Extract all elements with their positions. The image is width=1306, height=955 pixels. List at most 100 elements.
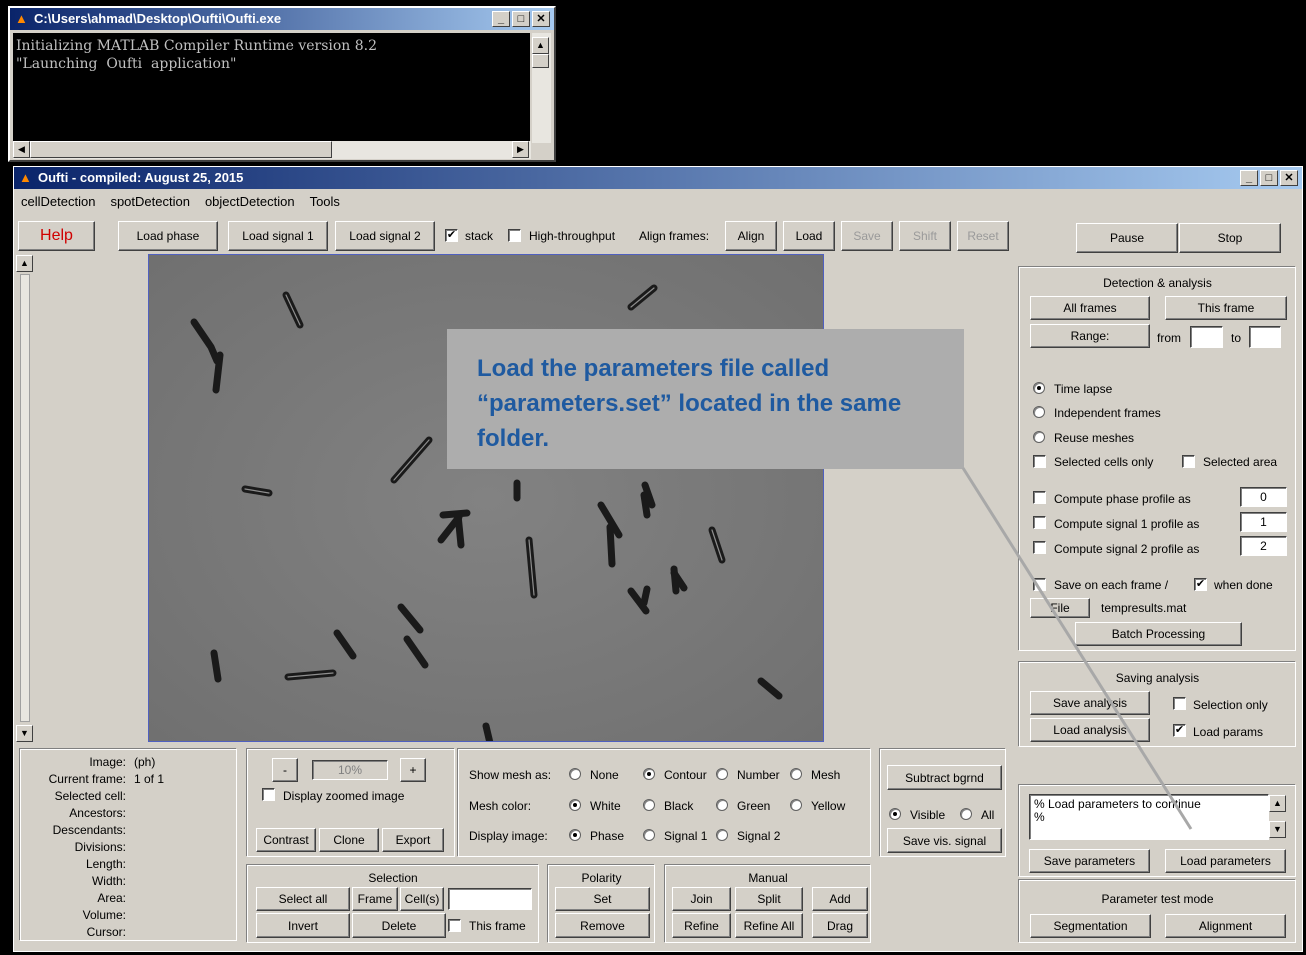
mesh-number-radio[interactable] — [716, 768, 728, 780]
scroll-up-icon[interactable]: ▲ — [16, 255, 33, 272]
selected-area-checkbox[interactable] — [1182, 455, 1195, 468]
menu-spotdetection[interactable]: spotDetection — [110, 191, 190, 213]
scroll-track[interactable] — [20, 274, 30, 722]
reuse-meshes-radio[interactable] — [1033, 431, 1045, 443]
segmentation-button[interactable]: Segmentation — [1030, 914, 1151, 938]
join-button[interactable]: Join — [672, 887, 731, 911]
menu-objectdetection[interactable]: objectDetection — [205, 191, 295, 213]
image-signal2-radio[interactable] — [716, 829, 728, 841]
color-yellow-radio[interactable] — [790, 799, 802, 811]
delete-button[interactable]: Delete — [352, 913, 446, 938]
independent-frames-radio[interactable] — [1033, 406, 1045, 418]
save-each-frame-checkbox[interactable] — [1033, 578, 1046, 591]
load-params-checkbox[interactable]: ✔ — [1173, 724, 1186, 737]
save-align-button[interactable]: Save — [841, 221, 893, 251]
compute-signal1-checkbox[interactable] — [1033, 516, 1046, 529]
load-signal2-button[interactable]: Load signal 2 — [335, 221, 435, 251]
console-vertical-scrollbar[interactable]: ▲ — [532, 33, 551, 143]
minimize-icon[interactable]: _ — [1240, 170, 1258, 186]
file-button[interactable]: File — [1030, 598, 1090, 618]
scroll-down-icon[interactable]: ▼ — [16, 725, 33, 742]
color-black-radio[interactable] — [643, 799, 655, 811]
selection-only-checkbox[interactable] — [1173, 697, 1186, 710]
batch-processing-button[interactable]: Batch Processing — [1075, 622, 1242, 646]
image-phase-radio[interactable] — [569, 829, 581, 841]
subtract-bgrnd-button[interactable]: Subtract bgrnd — [887, 765, 1002, 790]
compute-signal2-checkbox[interactable] — [1033, 541, 1046, 554]
polarity-set-button[interactable]: Set — [555, 887, 650, 911]
shift-button[interactable]: Shift — [899, 221, 951, 251]
alignment-button[interactable]: Alignment — [1165, 914, 1286, 938]
save-vis-signal-button[interactable]: Save vis. signal — [887, 828, 1002, 853]
save-analysis-button[interactable]: Save analysis — [1030, 691, 1150, 715]
color-green-radio[interactable] — [716, 799, 728, 811]
display-zoomed-checkbox[interactable] — [262, 788, 275, 801]
scroll-left-icon[interactable]: ◀ — [13, 141, 30, 158]
this-frame-checkbox[interactable] — [448, 919, 461, 932]
high-throughput-checkbox[interactable] — [508, 229, 521, 242]
load-parameters-button[interactable]: Load parameters — [1165, 849, 1286, 873]
compute-phase-checkbox[interactable] — [1033, 491, 1046, 504]
visible-radio[interactable] — [889, 808, 901, 820]
scroll-right-icon[interactable]: ▶ — [512, 141, 529, 158]
close-icon[interactable]: ✕ — [1280, 170, 1298, 186]
all-radio[interactable] — [960, 808, 972, 820]
load-signal1-button[interactable]: Load signal 1 — [228, 221, 328, 251]
polarity-remove-button[interactable]: Remove — [555, 913, 650, 938]
range-to-input[interactable] — [1249, 326, 1281, 348]
save-parameters-button[interactable]: Save parameters — [1029, 849, 1150, 873]
add-button[interactable]: Add — [812, 887, 868, 911]
select-all-button[interactable]: Select all — [256, 887, 350, 911]
invert-button[interactable]: Invert — [256, 913, 350, 938]
load-analysis-button[interactable]: Load analysis — [1030, 718, 1150, 742]
menu-tools[interactable]: Tools — [310, 191, 340, 213]
image-signal1-radio[interactable] — [643, 829, 655, 841]
mesh-mesh-radio[interactable] — [790, 768, 802, 780]
zoom-out-button[interactable]: - — [272, 758, 298, 782]
phase-profile-input[interactable]: 0 — [1240, 487, 1287, 507]
pause-button[interactable]: Pause — [1076, 223, 1178, 253]
mesh-contour-radio[interactable] — [643, 768, 655, 780]
scroll-thumb[interactable] — [532, 54, 549, 68]
load-align-button[interactable]: Load — [783, 221, 835, 251]
time-lapse-radio[interactable] — [1033, 382, 1045, 394]
maximize-icon[interactable]: □ — [512, 11, 530, 27]
contrast-button[interactable]: Contrast — [256, 828, 316, 852]
signal2-profile-input[interactable]: 2 — [1240, 536, 1287, 556]
all-frames-button[interactable]: All frames — [1030, 296, 1150, 320]
select-cells-button[interactable]: Cell(s) — [400, 887, 444, 911]
scroll-down-icon[interactable]: ▼ — [1269, 821, 1286, 838]
cells-input[interactable] — [448, 888, 532, 910]
help-button[interactable]: Help — [18, 221, 95, 251]
selected-cells-only-checkbox[interactable] — [1033, 455, 1046, 468]
reset-button[interactable]: Reset — [957, 221, 1009, 251]
align-button[interactable]: Align — [725, 221, 777, 251]
maximize-icon[interactable]: □ — [1260, 170, 1278, 186]
close-icon[interactable]: ✕ — [532, 11, 550, 27]
when-done-checkbox[interactable]: ✔ — [1194, 578, 1207, 591]
signal1-profile-input[interactable]: 1 — [1240, 512, 1287, 532]
menu-celldetection[interactable]: cellDetection — [21, 191, 95, 213]
frame-scrollbar[interactable]: ▲ ▼ — [16, 255, 35, 743]
scroll-up-icon[interactable]: ▲ — [1269, 795, 1286, 812]
drag-button[interactable]: Drag — [812, 913, 868, 938]
scroll-up-icon[interactable]: ▲ — [532, 37, 549, 54]
this-frame-button[interactable]: This frame — [1165, 296, 1287, 320]
range-button[interactable]: Range: — [1030, 324, 1150, 348]
phase-contrast-image[interactable] — [148, 254, 824, 742]
refine-all-button[interactable]: Refine All — [735, 913, 803, 938]
console-horizontal-scrollbar[interactable]: ◀ ▶ — [13, 141, 531, 159]
mesh-none-radio[interactable] — [569, 768, 581, 780]
load-phase-button[interactable]: Load phase — [118, 221, 218, 251]
color-white-radio[interactable] — [569, 799, 581, 811]
stack-checkbox[interactable]: ✔ — [445, 229, 458, 242]
range-from-input[interactable] — [1190, 326, 1223, 348]
clone-button[interactable]: Clone — [319, 828, 379, 852]
zoom-in-button[interactable]: + — [400, 758, 426, 782]
h-scroll-thumb[interactable] — [30, 141, 332, 158]
minimize-icon[interactable]: _ — [492, 11, 510, 27]
export-button[interactable]: Export — [382, 828, 444, 852]
zoom-level-field[interactable]: 10% — [312, 760, 388, 780]
split-button[interactable]: Split — [735, 887, 803, 911]
parameters-text-area[interactable]: % Load parameters to continue% — [1029, 794, 1269, 840]
